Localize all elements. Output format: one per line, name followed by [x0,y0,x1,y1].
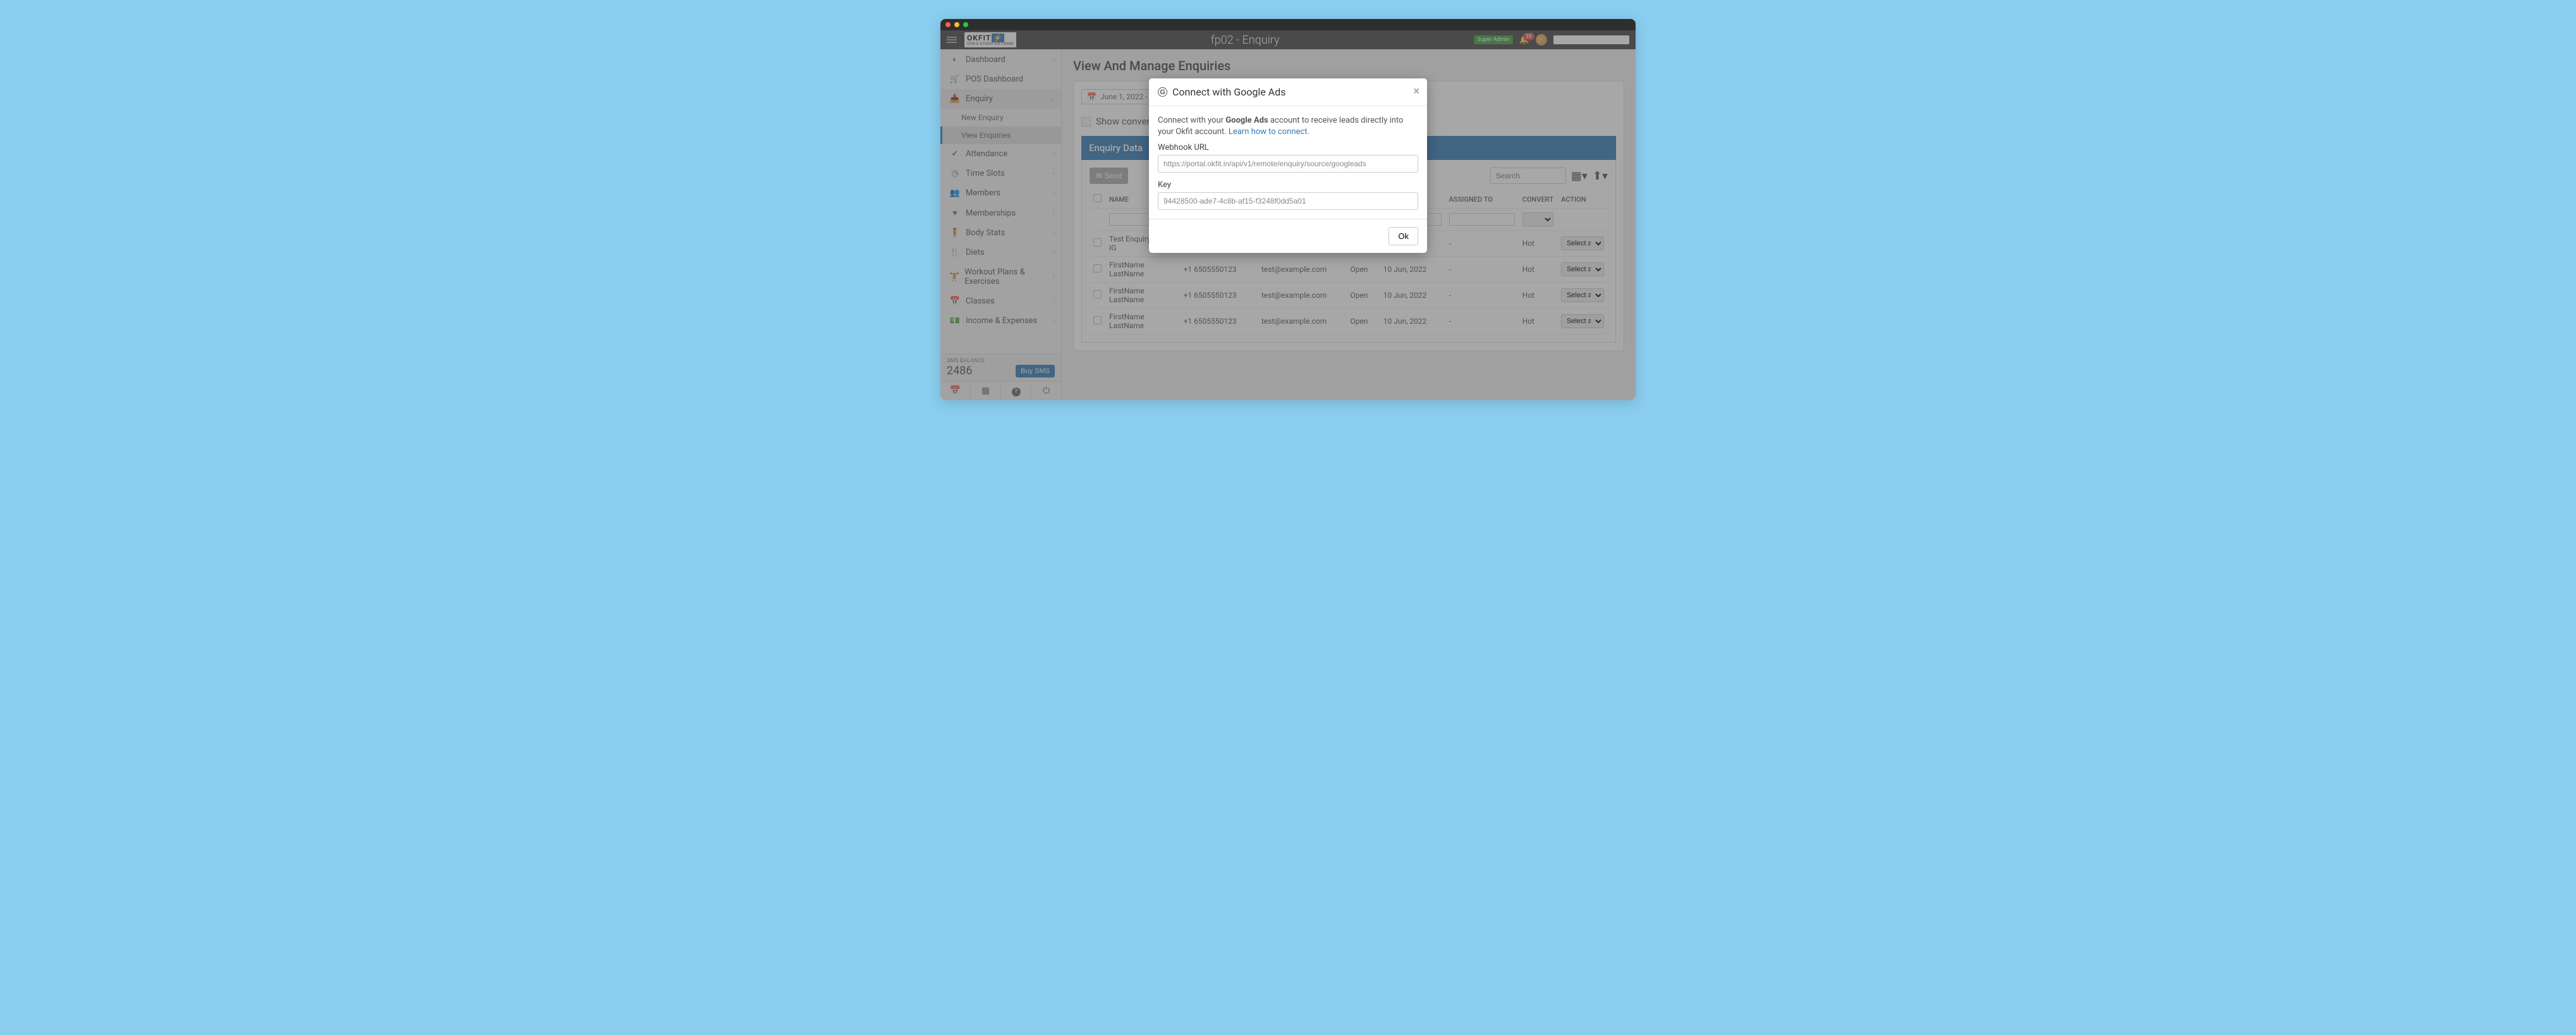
modal-close-button[interactable]: × [1413,85,1419,98]
titlebar [940,19,1636,30]
webhook-url-input[interactable] [1158,155,1418,173]
learn-link[interactable]: Learn how to connect. [1229,127,1309,137]
maximize-window-button[interactable] [963,22,968,27]
close-window-button[interactable] [945,22,951,27]
google-icon: G [1158,87,1167,97]
modal-intro: Connect with your Google Ads account to … [1158,115,1418,138]
ok-button[interactable]: Ok [1388,227,1418,245]
modal-overlay[interactable]: G Connect with Google Ads × Connect with… [940,30,1636,400]
key-input[interactable] [1158,192,1418,210]
webhook-label: Webhook URL [1158,143,1418,152]
app-window: OKFIT⚡ GYM & STUDIO SOFTWARE fp02 - Enqu… [940,19,1636,400]
modal-title: Connect with Google Ads [1172,86,1285,98]
key-label: Key [1158,180,1418,190]
google-ads-modal: G Connect with Google Ads × Connect with… [1149,78,1427,253]
minimize-window-button[interactable] [954,22,959,27]
